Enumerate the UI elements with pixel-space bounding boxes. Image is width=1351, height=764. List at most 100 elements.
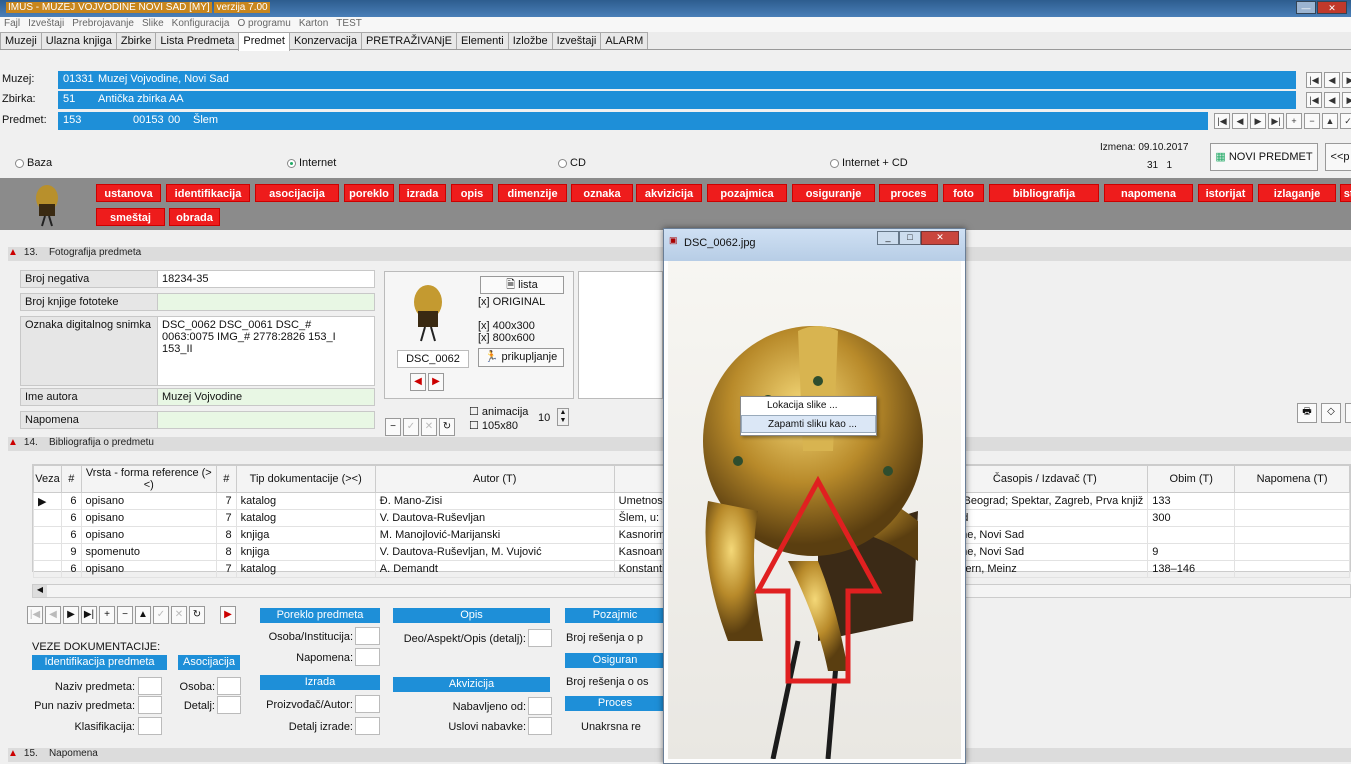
table-cell[interactable]: grad (941, 509, 1149, 527)
tab-zbirke[interactable]: Zbirke (115, 32, 157, 49)
table-cell[interactable] (1147, 526, 1236, 544)
lista-button[interactable]: 🗎 lista (480, 276, 564, 294)
first-disabled-icon[interactable]: |◀ (27, 606, 43, 624)
table-cell[interactable] (1234, 526, 1350, 544)
table-cell[interactable]: M. Manojlović-Marijanski (374, 526, 615, 544)
close-button[interactable]: ✕ (1317, 1, 1347, 14)
tab-muzeji[interactable]: Muzeji (0, 32, 42, 49)
table-cell[interactable]: katalog (235, 509, 376, 527)
napomena-vez-field[interactable] (355, 648, 380, 666)
broj-negativa-field[interactable]: 18234-35 (157, 270, 375, 288)
tab-izlozbe[interactable]: Izložbe (507, 32, 553, 49)
table-cell[interactable]: knjiga (235, 526, 376, 544)
category-button-status[interactable]: status (1340, 184, 1351, 202)
col-napomena[interactable]: Napomena (T) (1234, 465, 1350, 493)
animacija-value[interactable]: 10 (538, 412, 550, 424)
osoba-institucija-field[interactable] (355, 627, 380, 645)
table-cell[interactable]: 7 (216, 560, 237, 578)
delete-icon[interactable]: ✕ (1345, 403, 1351, 423)
pun-naziv-field[interactable] (138, 696, 162, 714)
check-icon[interactable]: ✓ (403, 418, 419, 436)
tab-izvestaji[interactable]: Izveštaji (551, 32, 602, 49)
table-cell[interactable]: V. Dautova-Ruševljan (374, 509, 615, 527)
image-viewer-window[interactable]: ▣ DSC_0062.jpg _ □ ✕ (663, 228, 966, 764)
minimize-button[interactable]: — (1296, 1, 1316, 14)
next-icon[interactable]: ▶ (1250, 113, 1266, 129)
size-105-checkbox[interactable]: ☐ 105x80 (469, 419, 518, 432)
category-button-ustanova[interactable]: ustanova (96, 184, 161, 202)
prev-icon[interactable]: ◀ (1324, 92, 1340, 108)
size-800-option[interactable]: [x] 800x600 (478, 332, 535, 344)
play-icon[interactable]: ▶ (220, 606, 236, 624)
table-cell[interactable] (1234, 560, 1350, 578)
col-vrsta[interactable]: Vrsta - forma reference (><) (80, 465, 218, 493)
menu-slike[interactable]: Slike (138, 17, 168, 29)
tab-elementi[interactable]: Elementi (455, 32, 509, 49)
predmet-field[interactable]: 153 00153 00 Šlem (58, 112, 1208, 130)
table-cell[interactable] (1234, 492, 1350, 510)
menu-izvestaji[interactable]: Izveštaji (24, 17, 68, 29)
menu-fajl[interactable]: Fajl (0, 17, 24, 29)
col-autor[interactable]: Autor (T) (374, 465, 615, 493)
size-400-option[interactable]: [x] 400x300 (478, 320, 535, 332)
table-cell[interactable]: 6 (60, 492, 82, 510)
category-button-bibliografija[interactable]: bibliografija (989, 184, 1099, 202)
broj-knjige-field[interactable] (157, 293, 375, 311)
table-cell[interactable]: opisano (80, 492, 218, 510)
detalj-izrade-field[interactable] (355, 717, 380, 735)
original-option[interactable]: [x] ORIGINAL (478, 296, 545, 308)
prev-icon[interactable]: ◀ (1232, 113, 1248, 129)
radio-internet[interactable]: Internet (287, 157, 336, 169)
first-icon[interactable]: |◀ (1306, 92, 1322, 108)
category-button-izlaganje[interactable]: izlaganje (1258, 184, 1336, 202)
prev-photo-icon[interactable]: ◀ (410, 373, 426, 391)
menu-prebrojavanje[interactable]: Prebrojavanje (68, 17, 138, 29)
table-cell[interactable] (1234, 543, 1350, 561)
category-button-istorijat[interactable]: istorijat (1198, 184, 1253, 202)
table-cell[interactable]: 6 (60, 560, 82, 578)
up-icon[interactable]: ▲ (135, 606, 151, 624)
col-num2[interactable]: # (216, 465, 237, 493)
refresh-icon[interactable]: ↻ (189, 606, 205, 624)
refresh-icon[interactable]: ↻ (439, 418, 455, 436)
prev-page-button[interactable]: <<p (1325, 143, 1351, 171)
table-cell[interactable]: 8 (216, 526, 237, 544)
check-icon[interactable]: ✓ (153, 606, 169, 624)
last-icon[interactable]: ▶| (81, 606, 97, 624)
table-cell[interactable]: Zabern, Meinz (941, 560, 1149, 578)
table-cell[interactable]: 300 (1147, 509, 1236, 527)
table-cell[interactable]: 9 (60, 543, 82, 561)
first-icon[interactable]: |◀ (1306, 72, 1322, 88)
category-button-smeštaj[interactable]: smeštaj (96, 208, 165, 226)
oznaka-field[interactable]: DSC_0062 DSC_0061 DSC_# 0063:0075 IMG_# … (157, 316, 375, 386)
minus-icon[interactable]: − (385, 418, 401, 436)
col-veza[interactable]: Veza (33, 465, 62, 493)
col-casopis[interactable]: Časopis / Izdavač (T) (941, 465, 1149, 493)
table-cell[interactable]: 7 (216, 492, 237, 510)
eraser-icon[interactable]: ◇ (1321, 403, 1341, 423)
col-obim[interactable]: Obim (T) (1147, 465, 1236, 493)
category-button-obrada[interactable]: obrada (169, 208, 220, 226)
table-cell[interactable]: V. Dautova-Ruševljan, M. Vujović (374, 543, 615, 561)
col-tip[interactable]: Tip dokumentacije (><) (235, 465, 376, 493)
viewer-maximize-icon[interactable]: □ (899, 231, 921, 245)
proizvodjac-field[interactable] (355, 695, 380, 713)
deo-aspekt-field[interactable] (528, 629, 552, 647)
table-cell[interactable]: knjiga (235, 543, 376, 561)
menu-item-zapamti[interactable]: Zapamti sliku kao ... (741, 415, 876, 433)
uslovi-field[interactable] (528, 717, 552, 735)
detalj-field[interactable] (217, 696, 241, 714)
tab-pretrazivanje[interactable]: PRETRAŽIVANjE (360, 32, 457, 49)
radio-cd[interactable]: CD (558, 157, 586, 169)
add-icon[interactable]: + (1286, 113, 1302, 129)
category-button-poreklo[interactable]: poreklo (344, 184, 394, 202)
last-icon[interactable]: ▶| (1268, 113, 1284, 129)
table-cell[interactable]: katalog (235, 492, 376, 510)
table-cell[interactable]: odine, Novi Sad (941, 543, 1149, 561)
viewer-close-icon[interactable]: ✕ (921, 231, 959, 245)
next-icon[interactable]: ▶ (1342, 92, 1351, 108)
table-cell[interactable]: 9 (1147, 543, 1236, 561)
photo-thumbnail[interactable] (410, 280, 446, 342)
table-cell[interactable]: Đ. Mano-Zisi (374, 492, 615, 510)
first-icon[interactable]: |◀ (1214, 113, 1230, 129)
